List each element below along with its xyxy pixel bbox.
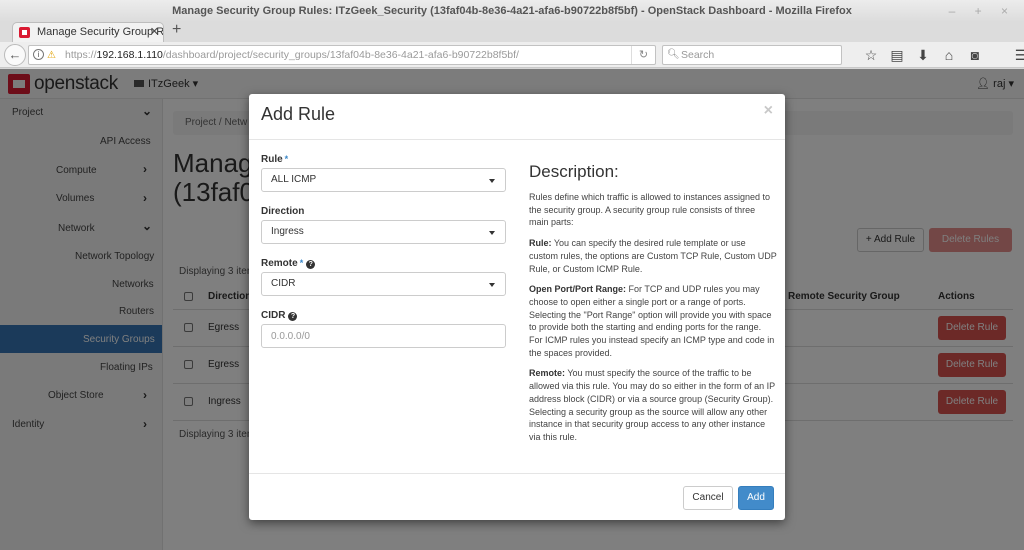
cidr-label: CIDR? xyxy=(261,310,298,321)
info-icon[interactable]: i xyxy=(33,49,44,60)
toolbar-icons: ☆ ▤ ⬇ ⌂ ◙ ☰ xyxy=(858,44,1024,66)
direction-label: Direction xyxy=(261,206,305,217)
tab-close-icon[interactable]: ✕ xyxy=(150,23,159,41)
cidr-input[interactable] xyxy=(261,324,506,348)
description-remote: Remote: You must specify the source of t… xyxy=(529,367,777,443)
rule-select[interactable]: ALL ICMP xyxy=(261,168,506,192)
tab-label: Manage Security Group Rul xyxy=(37,26,164,38)
remote-label: Remote *? xyxy=(261,258,316,269)
required-icon: * xyxy=(299,258,304,268)
remote-select[interactable]: CIDR xyxy=(261,272,506,296)
search-icon: 🔍︎ xyxy=(667,49,680,60)
pocket-icon[interactable]: ◙ xyxy=(962,44,988,66)
caret-down-icon xyxy=(489,231,495,235)
description-remote-title: Remote: xyxy=(529,368,566,379)
url-bar[interactable]: i ⚠ https://192.168.1.110/dashboard/proj… xyxy=(28,45,656,65)
insecure-lock-icon[interactable]: ⚠ xyxy=(47,47,56,64)
remote-label-text: Remote xyxy=(261,258,298,269)
description-rule: Rule: You can specify the desired rule t… xyxy=(529,237,777,275)
cidr-label-text: CIDR xyxy=(261,310,286,321)
modal-footer: Cancel Add xyxy=(249,473,785,520)
required-icon: * xyxy=(284,154,289,164)
url-scheme: https:// xyxy=(65,49,97,61)
download-icon[interactable]: ⬇ xyxy=(910,44,936,66)
tab-strip: Manage Security Group Rul ✕ + xyxy=(0,21,1024,42)
description-panel: Description: Rules define which traffic … xyxy=(529,162,777,452)
menu-icon[interactable]: ☰ xyxy=(1008,44,1024,66)
caret-down-icon xyxy=(489,283,495,287)
cancel-button[interactable]: Cancel xyxy=(683,486,733,510)
close-icon[interactable]: × xyxy=(764,102,773,120)
description-heading: Description: xyxy=(529,162,619,181)
description-intro: Rules define which traffic is allowed to… xyxy=(529,192,770,228)
openstack-favicon-icon xyxy=(19,27,30,38)
description-rule-title: Rule: xyxy=(529,238,552,249)
reload-button[interactable]: ↻ xyxy=(631,46,655,64)
back-button[interactable]: ← xyxy=(4,44,26,66)
direction-select[interactable]: Ingress xyxy=(261,220,506,244)
rule-select-value: ALL ICMP xyxy=(271,174,317,185)
reading-list-icon[interactable]: ▤ xyxy=(884,44,910,66)
description-port-title: Open Port/Port Range: xyxy=(529,284,627,295)
rule-label-text: Rule xyxy=(261,154,283,165)
url-host: 192.168.1.110 xyxy=(96,49,163,61)
modal-header: Add Rule × xyxy=(249,94,785,140)
direction-select-value: Ingress xyxy=(271,226,304,237)
caret-down-icon xyxy=(489,179,495,183)
modal-title: Add Rule xyxy=(261,104,336,124)
browser-tab-active[interactable]: Manage Security Group Rul ✕ xyxy=(12,22,164,42)
add-rule-modal: Add Rule × Rule * ALL ICMP Direction Ingr… xyxy=(249,94,785,520)
url-path: /dashboard/project/security_groups/13faf… xyxy=(162,49,519,61)
window-title: Manage Security Group Rules: ITzGeek_Sec… xyxy=(172,5,852,17)
help-icon[interactable]: ? xyxy=(288,312,298,321)
browser-nav-bar: ← i ⚠ https://192.168.1.110/dashboard/pr… xyxy=(0,42,1024,68)
description-rule-text: You can specify the desired rule templat… xyxy=(529,238,777,274)
window-title-bar: Manage Security Group Rules: ITzGeek_Sec… xyxy=(0,0,1024,22)
help-icon[interactable]: ? xyxy=(306,260,316,269)
add-button[interactable]: Add xyxy=(738,486,774,510)
rule-label: Rule * xyxy=(261,154,288,165)
page: openstack ITzGeek ▾ 👤︎ raj ▾ Project ⌄ A… xyxy=(0,69,1024,550)
description-remote-text: You must specify the source of the traff… xyxy=(529,368,775,442)
window-controls[interactable]: – + × xyxy=(949,0,1016,22)
home-icon[interactable]: ⌂ xyxy=(936,44,962,66)
search-placeholder: Search xyxy=(681,49,715,61)
description-port: Open Port/Port Range: For TCP and UDP ru… xyxy=(529,283,777,359)
new-tab-button[interactable]: + xyxy=(172,21,181,39)
description-port-text: For TCP and UDP rules you may choose to … xyxy=(529,284,775,358)
star-icon[interactable]: ☆ xyxy=(858,44,884,66)
remote-select-value: CIDR xyxy=(271,278,296,289)
browser-search-input[interactable]: 🔍︎ Search xyxy=(662,45,842,65)
